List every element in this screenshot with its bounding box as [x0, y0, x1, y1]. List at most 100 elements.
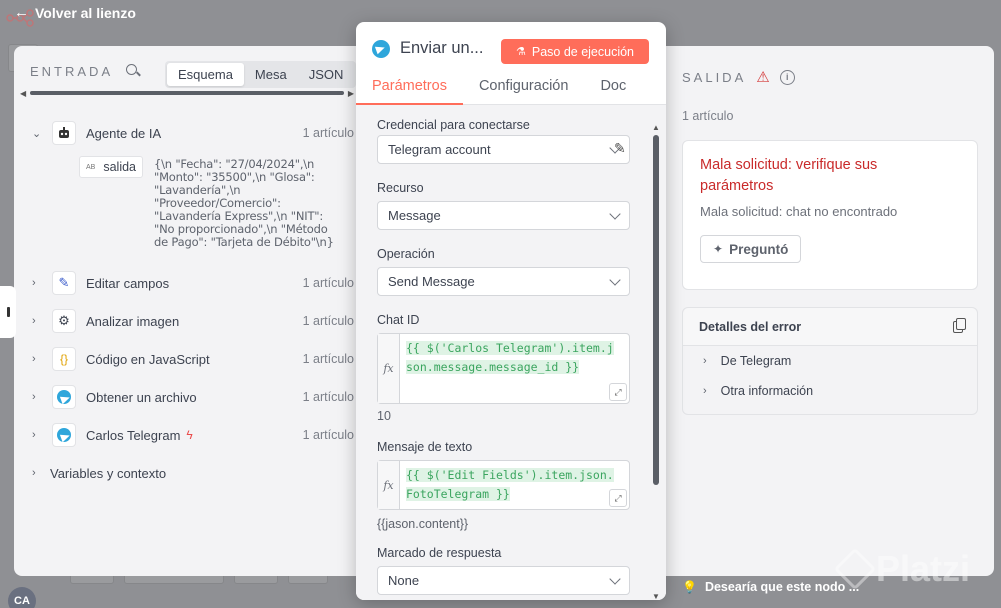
tab-table[interactable]: Mesa [244, 63, 298, 86]
chevron-right-icon[interactable]: › [32, 391, 48, 403]
tree-node-edit-fields[interactable]: › ✎ Editar campos 1 artículo [32, 264, 354, 302]
operation-select[interactable]: Send Message [377, 267, 630, 296]
input-schema-tree: ⌄ Agente de IA 1 artículo AB salida {\n … [32, 114, 354, 492]
fx-icon: fx [378, 334, 400, 403]
scroll-down-icon[interactable]: ▼ [652, 592, 660, 600]
credential-value: Telegram account [388, 142, 491, 157]
scroll-up-icon[interactable]: ▲ [652, 123, 660, 132]
tree-node-variables[interactable]: › Variables y contexto [32, 454, 354, 492]
tree-node-get-file[interactable]: › Obtener un archivo 1 artículo [32, 378, 354, 416]
text-label: Mensaje de texto [377, 440, 473, 454]
credential-label: Credencial para conectarse [377, 118, 530, 132]
fx-icon: fx [378, 461, 400, 509]
tree-node-label: Agente de IA [86, 125, 162, 141]
expand-icon[interactable]: ⤢ [609, 383, 627, 401]
details-row-other-info[interactable]: › Otra información [683, 376, 977, 406]
tree-node-label: Analizar imagen [86, 313, 180, 329]
telegram-icon [52, 423, 76, 447]
vertical-scrollbar[interactable]: ▲ ▼ [652, 123, 660, 600]
feedback-hint-label: Desearía que este nodo ... [704, 580, 860, 594]
info-icon[interactable]: i [779, 69, 795, 85]
field-tag[interactable]: AB salida [79, 156, 144, 178]
chat-id-expression-input[interactable]: fx {{ $('Carlos Telegram').item.json.mes… [377, 333, 630, 404]
tree-node-count: 1 artículo [302, 352, 354, 366]
tree-node-ai-agent[interactable]: ⌄ Agente de IA 1 artículo [32, 114, 354, 152]
input-view-switcher: Esquema Mesa JSON [165, 61, 357, 88]
tree-node-count: 1 artículo [302, 314, 354, 328]
tree-node-label: Carlos Telegram [86, 427, 181, 443]
chevron-right-icon[interactable]: › [32, 429, 48, 441]
output-panel: SALIDA ⚠ i 1 artículo Mala solicitud: ve… [662, 46, 994, 576]
scrollbar-thumb[interactable] [653, 135, 659, 485]
pencil-icon: ✎ [52, 271, 76, 295]
tree-node-label: Obtener un archivo [86, 389, 197, 405]
chevron-down-icon[interactable]: ⌄ [32, 127, 48, 140]
user-avatar[interactable]: CA [8, 587, 36, 608]
chat-id-result: 10 [377, 409, 391, 423]
chevron-right-icon[interactable]: › [32, 277, 48, 289]
tree-node-label: Editar campos [86, 275, 170, 291]
robot-icon [52, 121, 76, 145]
chevron-right-icon[interactable]: › [703, 355, 707, 367]
details-row-from-telegram[interactable]: › De Telegram [683, 346, 977, 376]
field-value-json: {\n "Fecha": "27/04/2024",\n "Monto": "3… [154, 157, 334, 249]
tree-node-label: Variables y contexto [50, 465, 167, 481]
tree-node-javascript-code[interactable]: › {} Código en JavaScript 1 artículo [32, 340, 354, 378]
horizontal-scrollbar[interactable]: ◀ ▶ [20, 89, 354, 98]
tab-schema[interactable]: Esquema [167, 63, 244, 86]
field-name: salida [103, 160, 137, 174]
text-expression-input[interactable]: fx {{ $('Edit Fields').item.json.FotoTel… [377, 460, 630, 510]
tab-docs[interactable]: Doc [584, 78, 642, 105]
arrow-left-icon: ← [14, 4, 29, 21]
operation-value: Send Message [388, 274, 475, 289]
tab-json[interactable]: JSON [298, 63, 355, 86]
chevron-down-icon [609, 573, 621, 585]
credential-select[interactable]: Telegram account [377, 135, 630, 164]
warning-triangle-icon: ⚠ [756, 69, 770, 86]
flask-icon: ⚗ [515, 46, 526, 58]
copy-icon[interactable] [953, 318, 966, 333]
tree-node-count: 1 artículo [302, 428, 354, 442]
error-details-card: Detalles del error › De Telegram › Otra … [682, 307, 978, 415]
search-icon[interactable] [125, 63, 141, 79]
chevron-down-icon [609, 274, 621, 286]
back-to-canvas-link[interactable]: ← Volver al lienzo [14, 4, 136, 21]
execute-step-label: Paso de ejecución [531, 44, 635, 59]
execute-step-button[interactable]: ⚗ Paso de ejecución [501, 39, 649, 64]
edit-credential-icon[interactable]: ✎ [614, 140, 626, 157]
error-message: Mala solicitud: chat no encontrado [700, 204, 898, 219]
scrollbar-thumb[interactable] [30, 91, 344, 95]
tree-node-count: 1 artículo [302, 126, 354, 140]
chat-id-expression[interactable]: {{ $('Carlos Telegram').item.json.messag… [400, 334, 623, 403]
parameters-form: Credencial para conectarse Telegram acco… [356, 105, 666, 600]
chevron-right-icon[interactable]: › [703, 385, 707, 397]
reply-markup-select[interactable]: None [377, 566, 630, 595]
resource-label: Recurso [377, 181, 424, 195]
sparkle-icon: ✦ [713, 242, 724, 256]
error-card: Mala solicitud: verifique sus parámetros… [682, 140, 978, 290]
reply-markup-label: Marcado de respuesta [377, 546, 502, 560]
chevron-right-icon[interactable]: › [32, 467, 48, 479]
text-result: {{jason.content}} [377, 517, 469, 531]
code-braces-icon: {} [52, 347, 76, 371]
tab-parameters[interactable]: Parámetros [356, 78, 463, 105]
chevron-right-icon[interactable]: › [32, 353, 48, 365]
tree-node-carlos-telegram[interactable]: › Carlos Telegram ϟ 1 artículo [32, 416, 354, 454]
telegram-icon [52, 385, 76, 409]
feedback-hint[interactable]: 💡 Desearía que este nodo ... [682, 580, 859, 594]
text-expression[interactable]: {{ $('Edit Fields').item.json.FotoTelegr… [400, 461, 623, 509]
panel-drag-handle[interactable] [0, 286, 16, 338]
telegram-icon [372, 39, 390, 58]
chevron-right-icon[interactable]: › [32, 315, 48, 327]
tree-node-analyze-image[interactable]: › ⚙ Analizar imagen 1 artículo [32, 302, 354, 340]
scroll-right-icon[interactable]: ▶ [348, 89, 354, 98]
expand-icon[interactable]: ⤢ [609, 489, 627, 507]
openai-icon: ⚙ [52, 309, 76, 333]
resource-select[interactable]: Message [377, 201, 630, 230]
node-title[interactable]: Enviar un... [400, 39, 483, 58]
trigger-bolt-icon: ϟ [186, 428, 193, 442]
tab-settings[interactable]: Configuración [463, 78, 584, 105]
scroll-left-icon[interactable]: ◀ [20, 89, 26, 98]
tree-node-count: 1 artículo [302, 390, 354, 404]
ask-ai-button[interactable]: ✦ Preguntó [700, 235, 802, 263]
